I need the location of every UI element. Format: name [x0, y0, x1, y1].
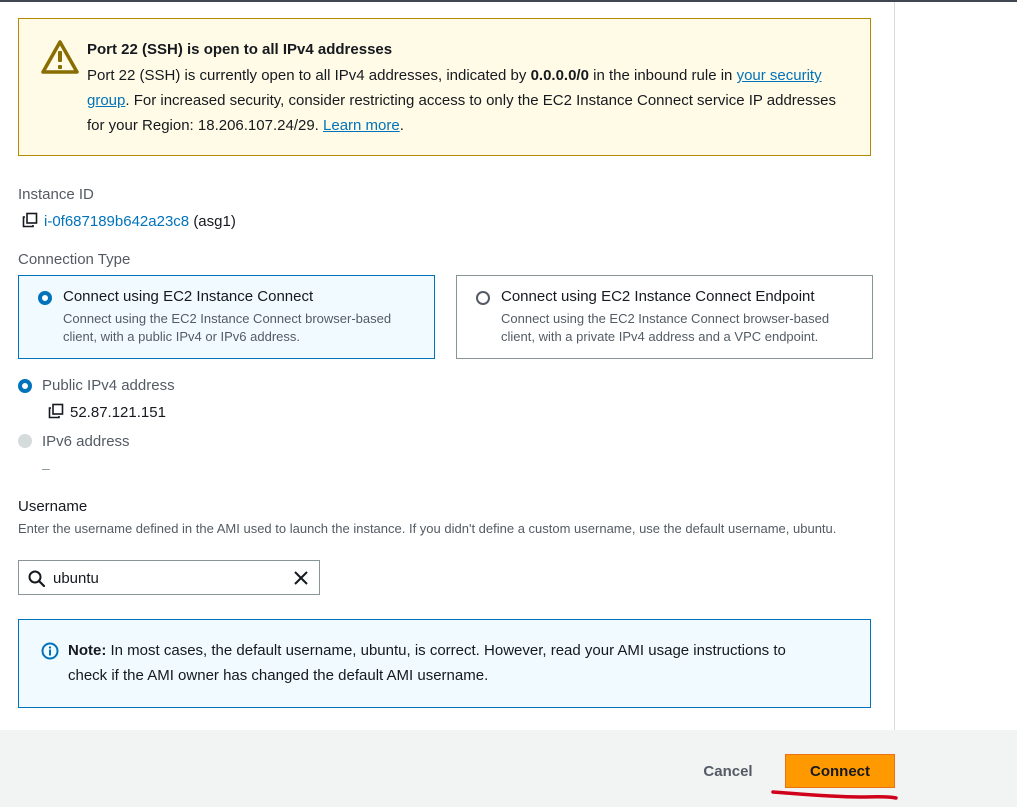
connect-button[interactable]: Connect [785, 754, 895, 788]
red-underline-annotation [771, 790, 898, 800]
instance-name: (asg1) [193, 213, 236, 230]
copy-icon[interactable] [22, 212, 38, 228]
note-text: Note: In most cases, the default usernam… [68, 638, 828, 688]
ipv6-label: IPv6 address [42, 433, 130, 450]
warning-cidr: 0.0.0.0/0 [530, 67, 589, 84]
warning-body: Port 22 (SSH) is currently open to all I… [87, 63, 837, 138]
info-icon [41, 642, 59, 660]
connection-option-endpoint[interactable]: Connect using EC2 Instance Connect Endpo… [456, 275, 873, 359]
username-input-box[interactable] [18, 560, 320, 595]
username-title: Username [18, 498, 88, 515]
warning-text-before: Port 22 (SSH) is currently open to all I… [87, 67, 531, 84]
search-icon [28, 570, 45, 587]
warning-text-mid: in the inbound rule in [588, 67, 737, 84]
public-ip-value: 52.87.121.151 [70, 404, 166, 421]
ssh-warning-alert: Port 22 (SSH) is open to all IPv4 addres… [18, 18, 871, 156]
username-input[interactable] [53, 566, 273, 590]
radio-instance-connect[interactable] [38, 291, 52, 305]
warning-text-after: . For increased security, consider restr… [87, 92, 836, 134]
warning-title: Port 22 (SSH) is open to all IPv4 addres… [87, 41, 393, 58]
public-ipv4-label[interactable]: Public IPv4 address [42, 377, 175, 394]
option-description: Connect using the EC2 Instance Connect b… [63, 311, 392, 344]
note-body: In most cases, the default username, ubu… [68, 642, 786, 684]
option-title: Connect using EC2 Instance Connect [63, 288, 314, 305]
public-ip-row: 52.87.121.151 [48, 403, 166, 421]
clear-icon[interactable] [292, 569, 310, 587]
option-title: Connect using EC2 Instance Connect Endpo… [501, 288, 815, 305]
instance-id-value[interactable]: i-0f687189b642a23c8 [44, 213, 189, 230]
note-bold: Note: [68, 642, 107, 659]
instance-id-label: Instance ID [18, 186, 94, 203]
radio-public-ipv4[interactable] [18, 379, 32, 393]
option-description: Connect using the EC2 Instance Connect b… [501, 311, 830, 344]
connection-option-instance-connect[interactable]: Connect using EC2 Instance Connect Conne… [18, 275, 435, 359]
learn-more-link[interactable]: Learn more [323, 117, 400, 134]
username-note-alert: Note: In most cases, the default usernam… [18, 619, 871, 708]
radio-ipv6 [18, 434, 32, 448]
radio-endpoint[interactable] [476, 291, 490, 305]
right-gutter [895, 2, 1017, 730]
copy-icon[interactable] [48, 403, 64, 419]
cancel-button[interactable]: Cancel [692, 754, 764, 788]
warning-end: . [399, 117, 404, 134]
ipv6-value: – [42, 460, 50, 476]
instance-id-row: i-0f687189b642a23c8 (asg1) [22, 212, 236, 230]
username-help: Enter the username defined in the AMI us… [18, 521, 837, 536]
warning-icon [41, 40, 79, 74]
connection-type-label: Connection Type [18, 251, 131, 268]
